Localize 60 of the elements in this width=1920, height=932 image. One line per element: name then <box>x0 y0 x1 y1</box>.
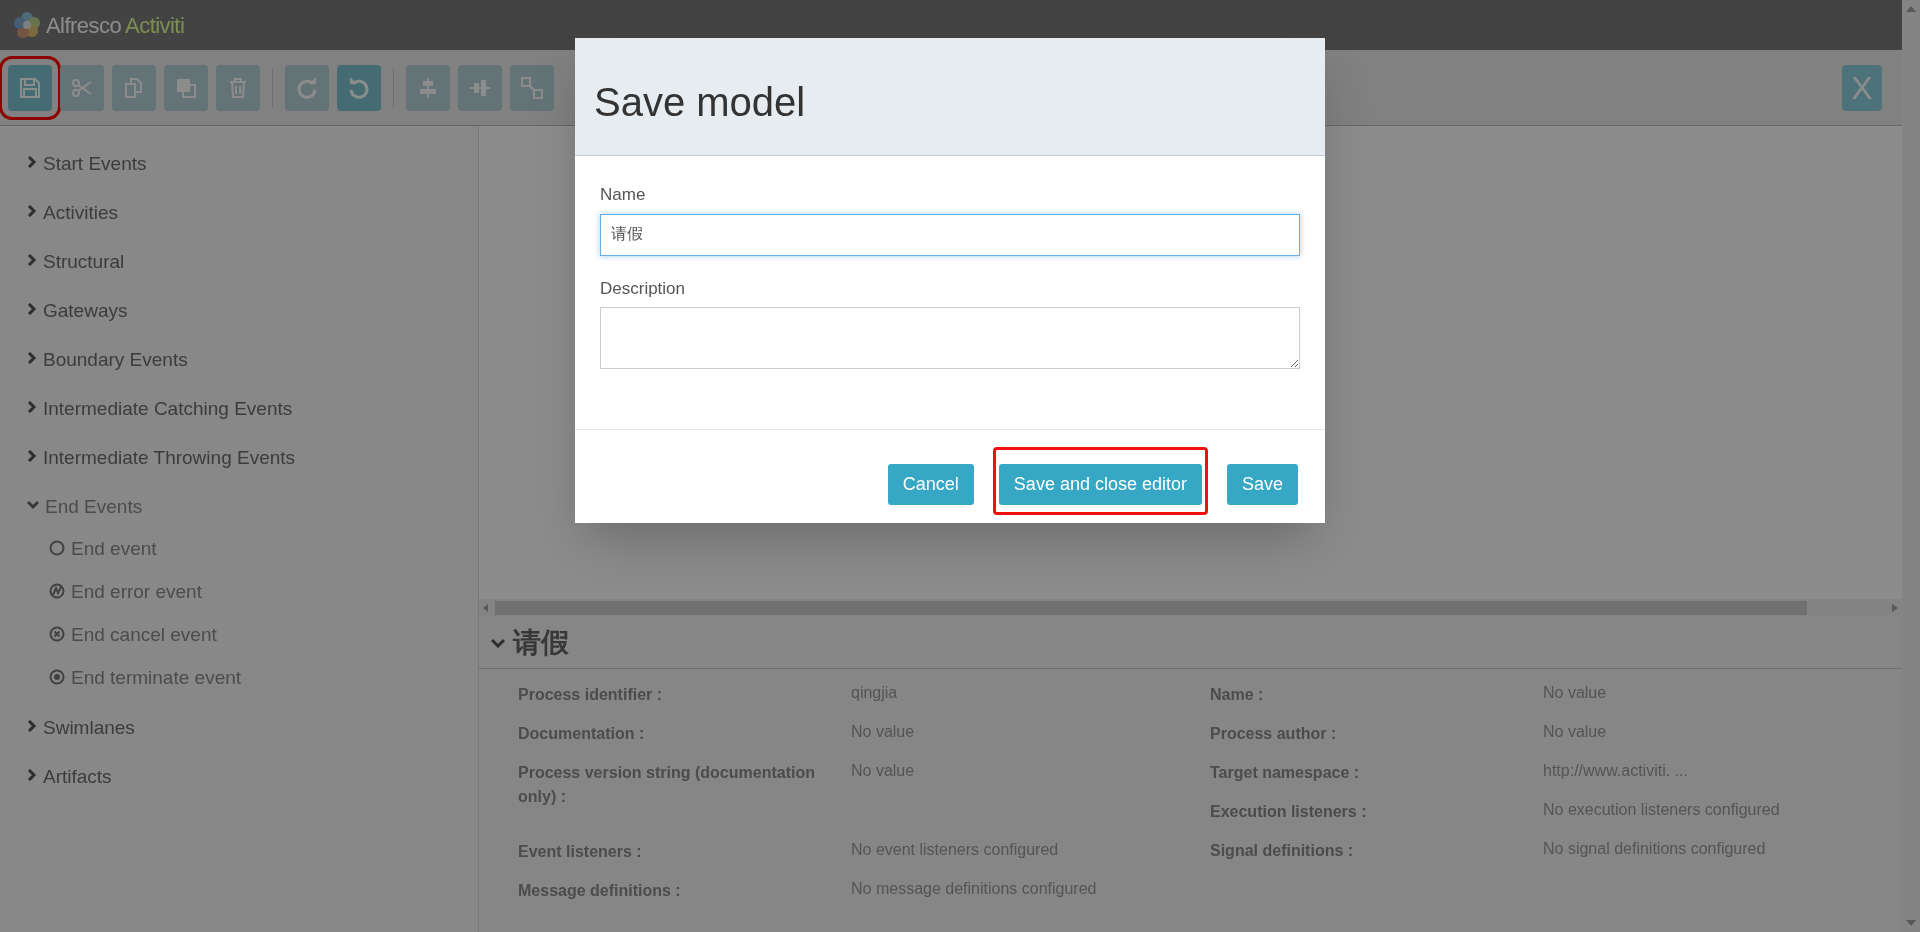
chevron-right-icon[interactable] <box>27 156 37 168</box>
scroll-down-icon[interactable] <box>1906 920 1916 926</box>
palette-group[interactable]: Intermediate Throwing Events <box>43 444 296 473</box>
palette-group[interactable]: Gateways <box>43 297 128 326</box>
redo-icon <box>295 75 319 100</box>
dialog-button[interactable]: Save and close editor <box>998 463 1202 505</box>
palette-group[interactable]: Activities <box>43 199 118 228</box>
lightning-circle-icon <box>49 583 65 599</box>
dialog-button[interactable]: Save <box>1226 463 1298 505</box>
close-button[interactable]: X <box>1842 64 1882 111</box>
palette-item[interactable]: End cancel event <box>71 621 217 650</box>
palette-group[interactable]: Structural <box>43 248 125 277</box>
property-label: Target namespace : <box>1210 763 1361 783</box>
scroll-right-icon[interactable] <box>1892 604 1898 612</box>
dialog-button[interactable]: Cancel <box>887 463 974 505</box>
palette-group[interactable]: Start Events <box>43 150 147 179</box>
property-label: Name : <box>1210 685 1265 705</box>
field-label: Name <box>600 184 647 206</box>
palette-group[interactable]: Artifacts <box>43 763 112 792</box>
chevron-right-icon[interactable] <box>27 205 37 217</box>
palette-item[interactable]: End error event <box>71 578 202 607</box>
circle-icon <box>49 540 65 556</box>
scroll-left-icon[interactable] <box>483 604 489 612</box>
description-field[interactable] <box>600 307 1300 369</box>
field-label: Description <box>600 277 687 300</box>
chevron-right-icon[interactable] <box>27 450 37 462</box>
product-name: Activiti <box>125 11 185 40</box>
scroll-up-icon[interactable] <box>1906 6 1916 12</box>
palette-group[interactable]: Swimlanes <box>43 714 135 743</box>
property-label: Documentation : <box>518 724 646 744</box>
dot-circle-icon <box>49 669 65 685</box>
brand-name: Alfresco <box>46 11 122 40</box>
undo-icon <box>347 75 371 100</box>
property-label: Process version string (documentation only) : <box>518 763 816 807</box>
chevron-right-icon[interactable] <box>27 352 37 364</box>
dialog-title: Save model <box>594 78 806 126</box>
chevron-down-icon[interactable] <box>27 500 39 510</box>
property-label: Signal definitions : <box>1210 841 1355 861</box>
flower-logo-icon <box>12 10 42 40</box>
x-circle-icon <box>49 626 65 642</box>
property-label: Message definitions : <box>518 881 682 901</box>
chevron-right-icon[interactable] <box>27 769 37 781</box>
properties-title: 请假 <box>513 625 569 660</box>
name-field[interactable]: 请假 <box>600 213 1300 256</box>
palette-group[interactable]: Boundary Events <box>43 346 188 375</box>
property-label: Execution listeners : <box>1210 802 1368 822</box>
palette-group[interactable]: End Events <box>45 493 143 522</box>
property-label: Event listeners : <box>518 842 643 862</box>
palette-item[interactable]: End event <box>71 535 157 564</box>
chevron-right-icon[interactable] <box>27 720 37 732</box>
property-label: Process author : <box>1210 724 1338 744</box>
resize-icon <box>520 75 544 100</box>
palette-item[interactable]: End terminate event <box>71 664 242 693</box>
chevron-right-icon[interactable] <box>27 303 37 315</box>
toolbar-button[interactable] <box>337 64 381 111</box>
chevron-right-icon[interactable] <box>27 401 37 413</box>
chevron-right-icon[interactable] <box>27 254 37 266</box>
palette-group[interactable]: Intermediate Catching Events <box>43 395 293 424</box>
chevron-down-icon[interactable] <box>491 637 505 648</box>
property-label: Process identifier : <box>518 685 664 705</box>
